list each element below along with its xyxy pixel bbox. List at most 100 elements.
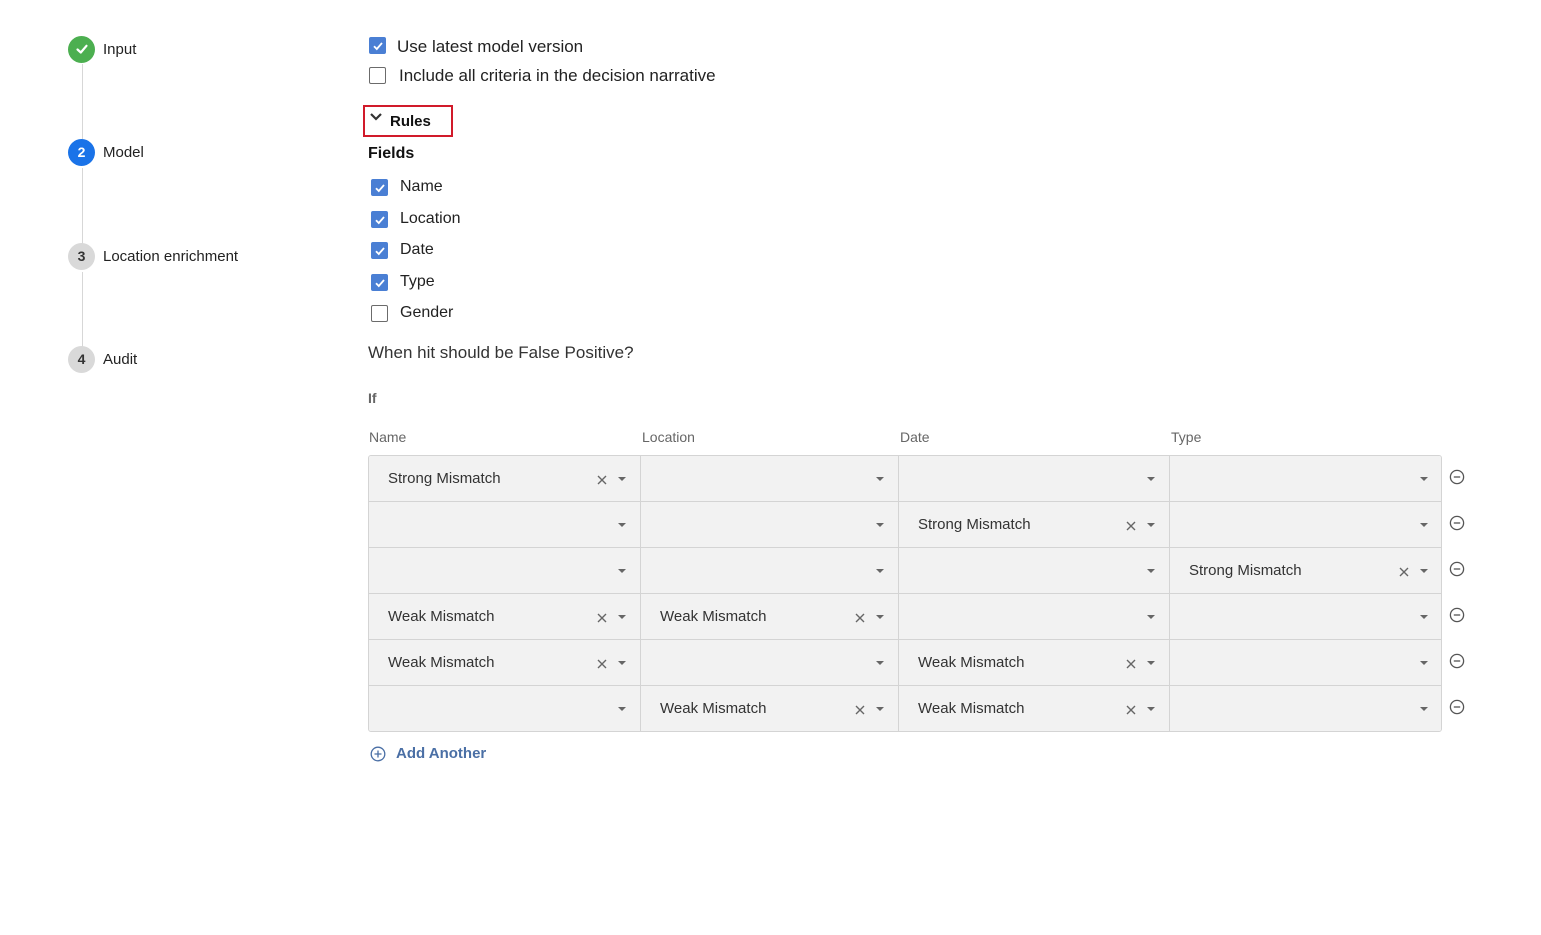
field-name-label: Name [400, 178, 443, 195]
clear-icon[interactable] [596, 611, 608, 623]
rule-type-select[interactable] [1170, 502, 1441, 548]
select-value: Weak Mismatch [660, 608, 767, 625]
caret-down-icon[interactable] [1420, 477, 1428, 481]
rule-name-select[interactable] [369, 548, 641, 594]
field-type-checkbox[interactable] [371, 274, 388, 291]
clear-icon[interactable] [596, 473, 608, 485]
rule-location-select[interactable] [641, 456, 899, 502]
select-value: Weak Mismatch [388, 608, 495, 625]
rule-type-select[interactable] [1170, 686, 1441, 731]
remove-row-icon[interactable] [1449, 469, 1465, 485]
caret-down-icon[interactable] [1420, 661, 1428, 665]
rule-location-select[interactable]: Weak Mismatch [641, 686, 899, 731]
caret-down-icon[interactable] [876, 661, 884, 665]
rule-type-select[interactable] [1170, 594, 1441, 640]
caret-down-icon[interactable] [1147, 615, 1155, 619]
remove-row-icon[interactable] [1449, 607, 1465, 623]
step-model[interactable]: 2 Model [68, 138, 144, 166]
caret-down-icon[interactable] [876, 569, 884, 573]
field-date-label: Date [400, 241, 434, 258]
add-another-label: Add Another [396, 745, 487, 762]
caret-down-icon[interactable] [618, 615, 626, 619]
clear-icon[interactable] [1398, 565, 1410, 577]
rule-date-select[interactable] [899, 594, 1170, 640]
remove-row-icon[interactable] [1449, 653, 1465, 669]
clear-icon[interactable] [596, 657, 608, 669]
rule-location-select[interactable] [641, 548, 899, 594]
clear-icon[interactable] [1125, 519, 1137, 531]
caret-down-icon[interactable] [1420, 707, 1428, 711]
field-date-checkbox[interactable] [371, 242, 388, 259]
select-value: Weak Mismatch [918, 654, 1025, 671]
select-value: Weak Mismatch [388, 654, 495, 671]
rule-date-select[interactable] [899, 456, 1170, 502]
rule-name-select[interactable]: Weak Mismatch [369, 640, 641, 686]
caret-down-icon[interactable] [876, 477, 884, 481]
caret-down-icon[interactable] [618, 569, 626, 573]
caret-down-icon[interactable] [618, 707, 626, 711]
rule-row: Strong Mismatch [369, 456, 1441, 502]
rule-location-select[interactable]: Weak Mismatch [641, 594, 899, 640]
if-label: If [368, 390, 377, 406]
latest-model-checkbox[interactable] [369, 37, 386, 54]
rule-location-select[interactable] [641, 502, 899, 548]
rule-location-select[interactable] [641, 640, 899, 686]
clear-icon[interactable] [1125, 657, 1137, 669]
caret-down-icon[interactable] [1147, 661, 1155, 665]
step-number: 4 [68, 345, 95, 373]
rule-date-select[interactable]: Weak Mismatch [899, 686, 1170, 731]
caret-down-icon[interactable] [876, 523, 884, 527]
add-another-button[interactable]: Add Another [370, 745, 486, 762]
field-location-checkbox[interactable] [371, 211, 388, 228]
rule-type-select[interactable] [1170, 456, 1441, 502]
all-criteria-checkbox[interactable] [369, 67, 386, 84]
step-label: Location enrichment [103, 247, 239, 265]
caret-down-icon[interactable] [1147, 477, 1155, 481]
latest-model-label: Use latest model version [397, 37, 584, 56]
caret-down-icon[interactable] [618, 523, 626, 527]
step-label: Model [103, 143, 144, 161]
clear-icon[interactable] [854, 703, 866, 715]
field-name-checkbox[interactable] [371, 179, 388, 196]
rules-toggle[interactable]: Rules [363, 105, 453, 137]
rule-type-select[interactable]: Strong Mismatch [1170, 548, 1441, 594]
select-value: Strong Mismatch [918, 516, 1031, 533]
rule-date-select[interactable] [899, 548, 1170, 594]
remove-row-icon[interactable] [1449, 699, 1465, 715]
caret-down-icon[interactable] [1420, 523, 1428, 527]
field-location-label: Location [400, 210, 461, 227]
rule-question: When hit should be False Positive? [368, 343, 634, 362]
column-header-date: Date [900, 429, 930, 445]
caret-down-icon[interactable] [1147, 569, 1155, 573]
caret-down-icon[interactable] [1420, 569, 1428, 573]
remove-row-icon[interactable] [1449, 561, 1465, 577]
field-type-label: Type [400, 273, 435, 290]
caret-down-icon[interactable] [1147, 523, 1155, 527]
rule-row: Strong Mismatch [369, 502, 1441, 548]
rule-date-select[interactable]: Weak Mismatch [899, 640, 1170, 686]
rule-name-select[interactable] [369, 686, 641, 731]
rule-name-select[interactable] [369, 502, 641, 548]
remove-row-icon[interactable] [1449, 515, 1465, 531]
caret-down-icon[interactable] [618, 661, 626, 665]
field-gender-checkbox[interactable] [371, 305, 388, 322]
column-header-name: Name [369, 429, 407, 445]
rule-name-select[interactable]: Weak Mismatch [369, 594, 641, 640]
rule-row: Weak Mismatch Weak Mismatch [369, 640, 1441, 686]
caret-down-icon[interactable] [618, 477, 626, 481]
step-location-enrichment[interactable]: 3 Location enrichment [68, 242, 238, 270]
step-audit[interactable]: 4 Audit [68, 345, 137, 373]
rule-row: Strong Mismatch [369, 548, 1441, 594]
caret-down-icon[interactable] [876, 615, 884, 619]
caret-down-icon[interactable] [1147, 707, 1155, 711]
caret-down-icon[interactable] [876, 707, 884, 711]
step-label: Audit [103, 350, 138, 368]
rule-date-select[interactable]: Strong Mismatch [899, 502, 1170, 548]
clear-icon[interactable] [854, 611, 866, 623]
clear-icon[interactable] [1125, 703, 1137, 715]
caret-down-icon[interactable] [1420, 615, 1428, 619]
step-input[interactable]: Input [68, 35, 136, 63]
rules-toggle-label: Rules [390, 112, 431, 130]
rule-name-select[interactable]: Strong Mismatch [369, 456, 641, 502]
rule-type-select[interactable] [1170, 640, 1441, 686]
